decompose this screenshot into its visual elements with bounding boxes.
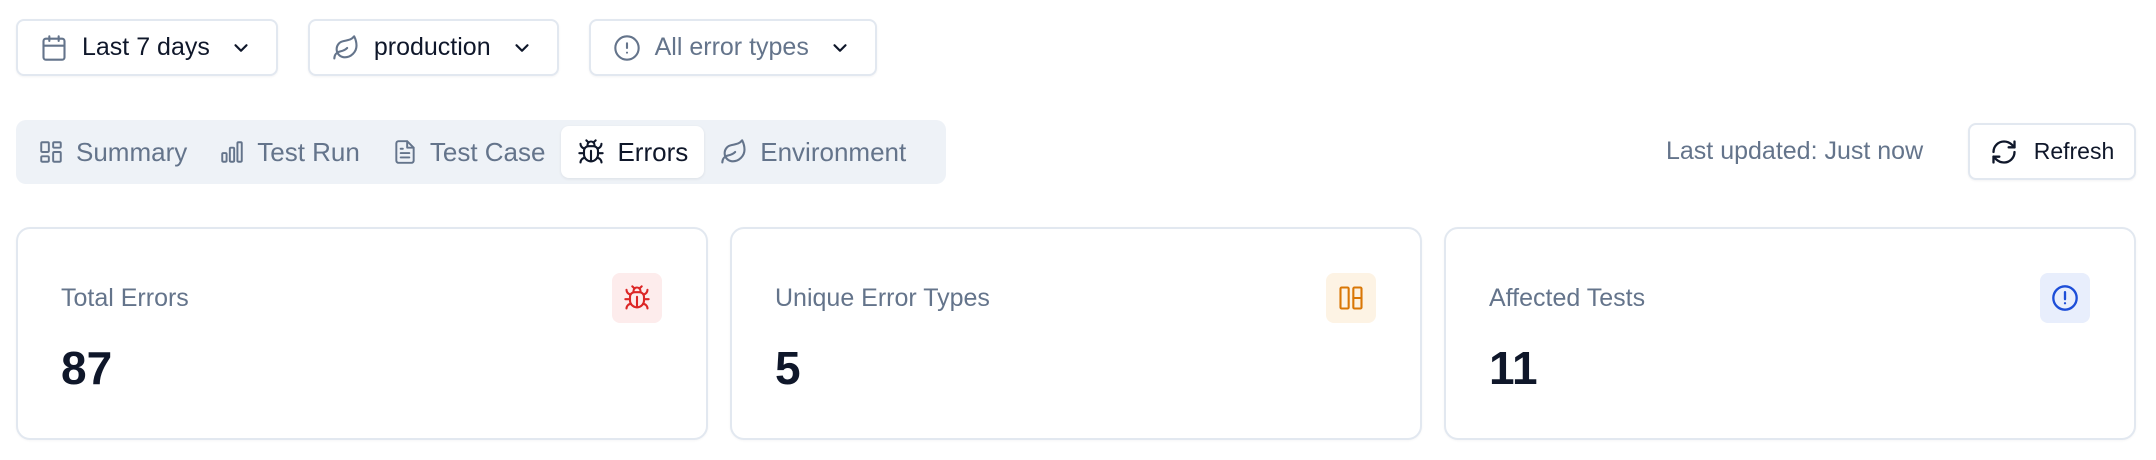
refresh-label: Refresh bbox=[2033, 138, 2115, 164]
file-text-icon bbox=[395, 140, 415, 164]
leaf-icon bbox=[333, 34, 358, 60]
date-range-value: Last 7 days bbox=[82, 33, 210, 61]
stat-card-affected-tests: Affected Tests 11 bbox=[1444, 227, 2136, 440]
tab-label: Summary bbox=[76, 136, 188, 167]
tab-summary[interactable]: Summary bbox=[22, 126, 203, 178]
summary-icon bbox=[40, 141, 62, 163]
stat-label: Unique Error Types bbox=[775, 284, 990, 312]
tab-environment[interactable]: Environment bbox=[704, 126, 922, 178]
stats-cards: Total Errors 87 Unique Error Types 5 Aff… bbox=[16, 227, 2136, 440]
stat-label: Total Errors bbox=[61, 284, 189, 312]
chevron-down-icon bbox=[515, 43, 529, 52]
chevron-down-icon bbox=[833, 43, 847, 52]
environment-dropdown[interactable]: production bbox=[307, 19, 559, 76]
stat-label: Affected Tests bbox=[1489, 284, 1646, 312]
stat-badge bbox=[612, 273, 662, 323]
stat-value: 87 bbox=[61, 342, 113, 394]
refresh-icon bbox=[1992, 139, 2016, 164]
tab-test-case[interactable]: Test Case bbox=[376, 126, 562, 178]
calendar-icon bbox=[42, 34, 66, 61]
bug-icon bbox=[624, 285, 650, 310]
stat-badge bbox=[2040, 273, 2090, 323]
tab-label: Test Case bbox=[429, 136, 546, 167]
alert-circle-icon bbox=[2052, 285, 2078, 311]
environment-value: production bbox=[373, 33, 491, 61]
chevron-down-icon bbox=[234, 43, 248, 52]
stat-value: 5 bbox=[775, 342, 801, 394]
bug-icon bbox=[578, 139, 605, 164]
columns-icon bbox=[1339, 286, 1363, 310]
stat-value: 11 bbox=[1489, 342, 1538, 394]
tab-label: Environment bbox=[760, 136, 907, 167]
refresh-button[interactable]: Refresh bbox=[1968, 123, 2136, 180]
filter-bar: Last 7 days production All error types bbox=[16, 19, 877, 76]
error-type-dropdown[interactable]: All error types bbox=[588, 19, 877, 76]
leaf-icon bbox=[721, 139, 746, 164]
tab-errors[interactable]: Errors bbox=[561, 126, 705, 178]
report-tabs: Summary Test Run Test Case Errors Enviro… bbox=[16, 120, 946, 184]
alert-circle-icon bbox=[613, 34, 640, 61]
error-type-value: All error types bbox=[654, 33, 809, 61]
last-updated-text: Last updated: Just now bbox=[1666, 137, 1924, 165]
tab-label: Errors bbox=[617, 136, 689, 167]
stat-card-total-errors: Total Errors 87 bbox=[16, 227, 708, 440]
stat-card-unique-error-types: Unique Error Types 5 bbox=[730, 227, 1422, 440]
tab-label: Test Run bbox=[257, 136, 360, 167]
stat-badge bbox=[1326, 273, 1376, 323]
bar-chart-icon bbox=[221, 141, 243, 163]
date-range-dropdown[interactable]: Last 7 days bbox=[16, 19, 278, 76]
tab-test-run[interactable]: Test Run bbox=[203, 126, 376, 178]
